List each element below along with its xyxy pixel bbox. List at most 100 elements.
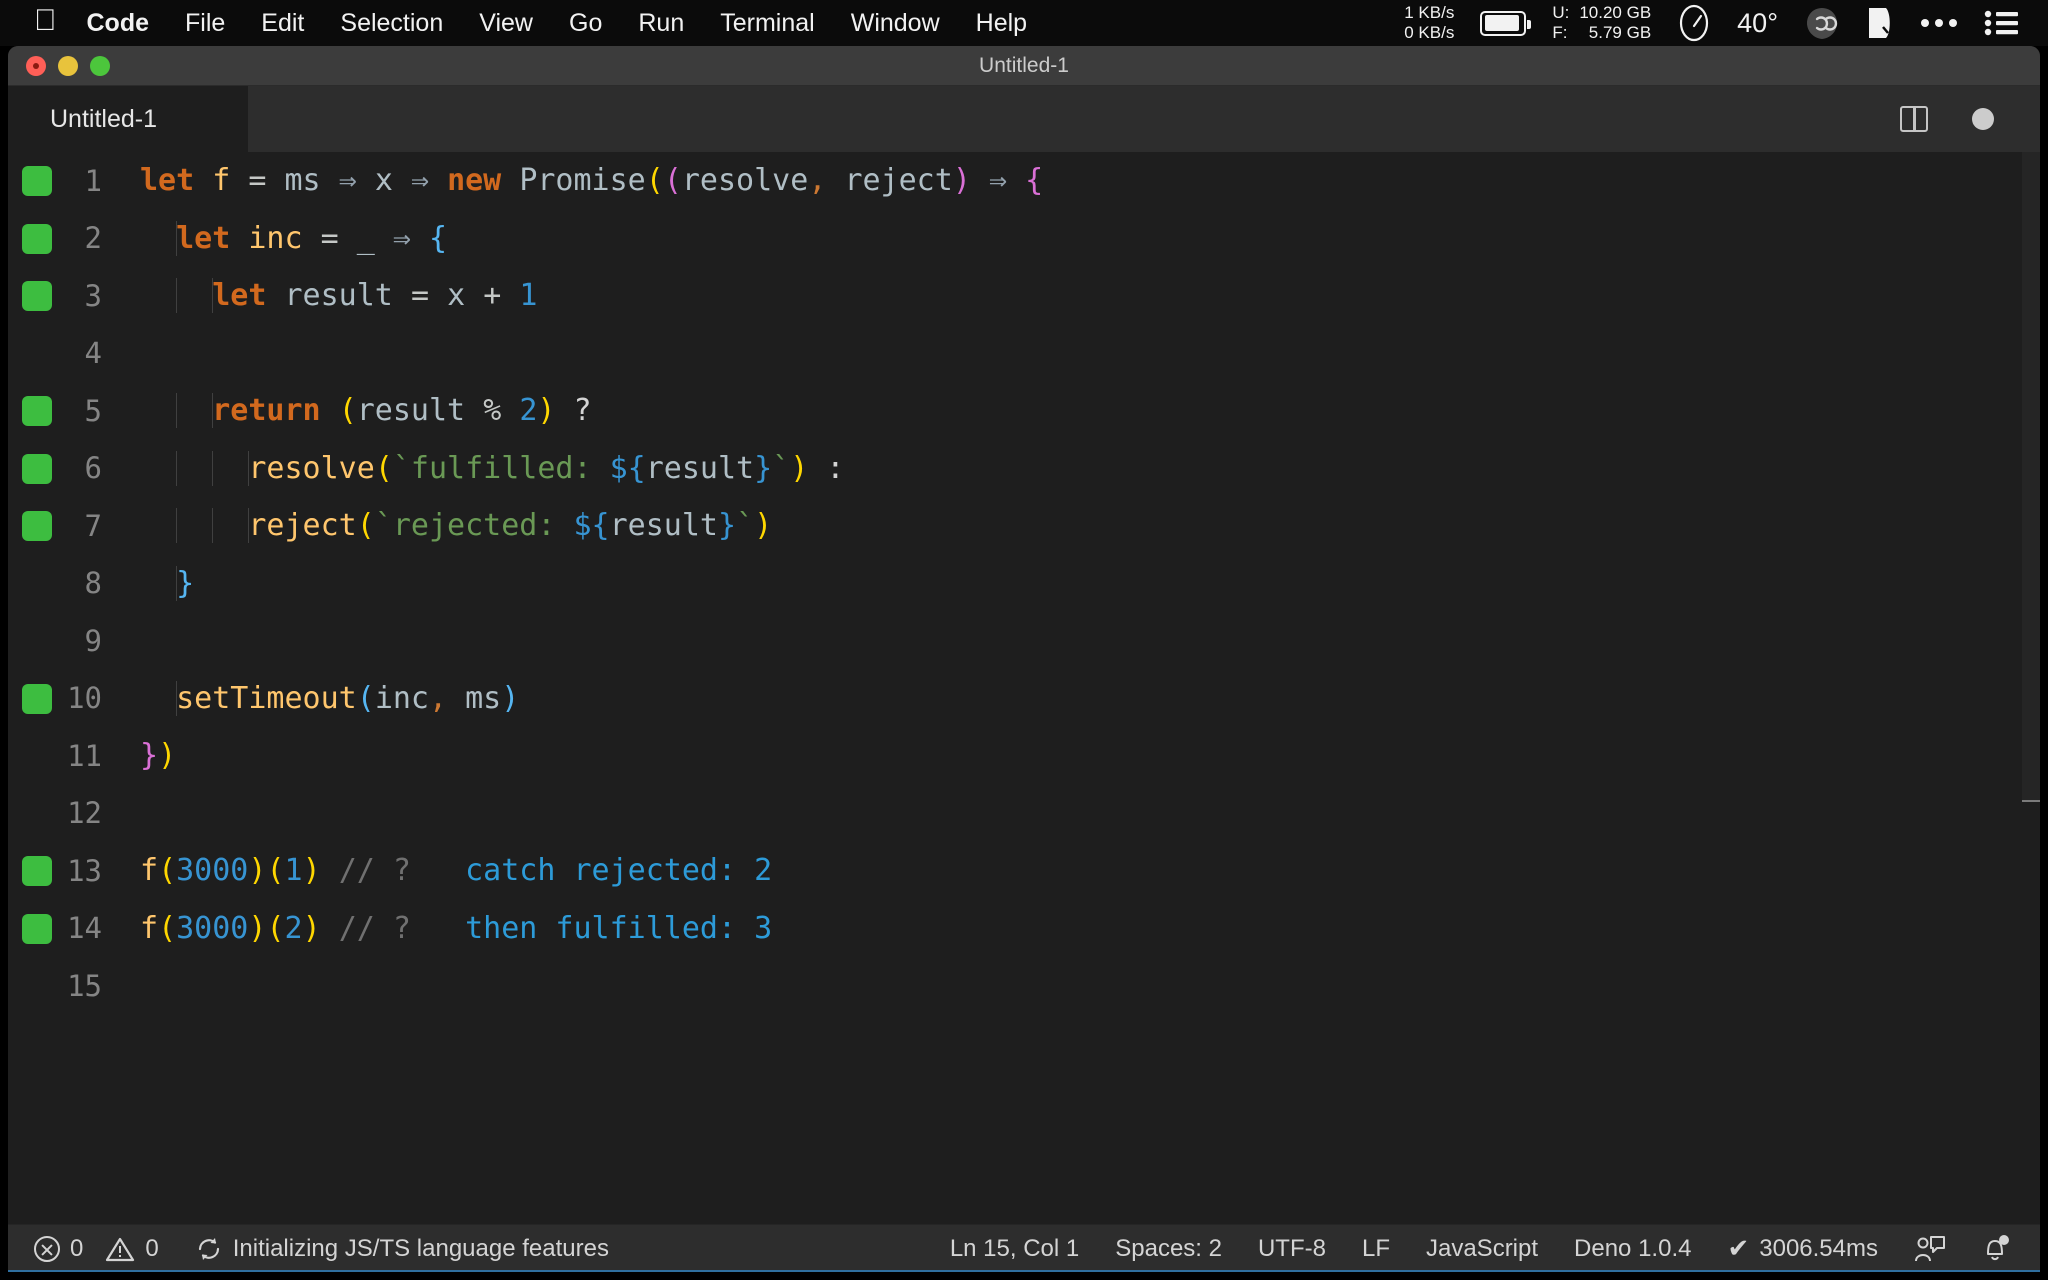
line-content[interactable]: reject(`rejected: ${result}`): [136, 508, 2040, 544]
line-number: 9: [84, 623, 102, 658]
line-number: 15: [67, 968, 102, 1003]
code-token: // ?: [338, 910, 411, 946]
editor-line[interactable]: 14 f(3000)(2) // ? then fulfilled: 3: [8, 900, 2040, 958]
battery-icon[interactable]: [1480, 10, 1532, 36]
menu-item-edit[interactable]: Edit: [261, 9, 304, 38]
line-content[interactable]: }: [136, 565, 2040, 601]
overview-ruler[interactable]: [2022, 152, 2040, 1224]
gauge-icon[interactable]: [1677, 4, 1711, 42]
code-token: 1: [519, 278, 538, 314]
status-runtime[interactable]: Deno 1.0.4: [1556, 1225, 1709, 1273]
status-cursor-position[interactable]: Ln 15, Col 1: [932, 1225, 1097, 1273]
code-token: ⇒: [338, 163, 357, 199]
code-token: `: [772, 450, 791, 486]
menu-item-file[interactable]: File: [185, 9, 225, 38]
line-content[interactable]: }): [136, 738, 2040, 773]
editor-line[interactable]: 11}): [8, 727, 2040, 785]
line-content[interactable]: resolve(`fulfilled: ${result}`) :: [136, 450, 2040, 486]
indent-guide: [248, 508, 250, 544]
minimize-button[interactable]: [58, 55, 78, 76]
code-token: `: [736, 508, 755, 544]
temperature-indicator[interactable]: 40°: [1737, 8, 1778, 39]
status-feedback[interactable]: [1896, 1225, 1964, 1273]
code-token: result: [609, 508, 718, 544]
editor-line[interactable]: 1 let f = ms ⇒ x ⇒ new Promise((resolve, …: [8, 152, 2040, 210]
memory-used-value: 10.20 GB: [1579, 3, 1652, 22]
shield-icon[interactable]: [1866, 5, 1894, 41]
code-token: ?: [573, 393, 592, 429]
close-button[interactable]: [26, 55, 46, 76]
editor-line[interactable]: 9: [8, 612, 2040, 670]
code-token: ): [302, 853, 321, 889]
line-content[interactable]: setTimeout(inc, ms): [136, 680, 2040, 716]
vscode-window: Untitled-1 Untitled-1 1 let f = ms ⇒ x ⇒ …: [8, 46, 2040, 1272]
code-token: then fulfilled: 3: [465, 910, 773, 946]
status-encoding[interactable]: UTF-8: [1240, 1225, 1344, 1273]
ellipsis-icon[interactable]: [1920, 17, 1958, 29]
gauge-glyph: [1680, 4, 1709, 42]
status-bar: 0 0 Initializing JS/TS language features…: [8, 1224, 2040, 1272]
code-token: }: [176, 565, 195, 601]
editor-line[interactable]: 10 setTimeout(inc, ms): [8, 670, 2040, 728]
code-token: ): [158, 738, 177, 774]
status-run-duration[interactable]: ✔ 3006.54ms: [1709, 1225, 1896, 1273]
control-center-icon[interactable]: [1984, 9, 2018, 37]
status-language-mode[interactable]: JavaScript: [1408, 1225, 1556, 1273]
menu-item-terminal[interactable]: Terminal: [720, 9, 814, 38]
indent-guide: [176, 220, 178, 256]
menu-item-window[interactable]: Window: [851, 9, 940, 38]
run-duration-value: 3006.54ms: [1759, 1234, 1878, 1262]
editor-line[interactable]: 2 let inc = _ ⇒ {: [8, 210, 2040, 268]
status-problems[interactable]: 0 0: [8, 1225, 177, 1273]
coverage-marker: [22, 683, 52, 714]
menu-item-code[interactable]: Code: [87, 9, 150, 38]
code-editor[interactable]: 1 let f = ms ⇒ x ⇒ new Promise((resolve, …: [8, 152, 2040, 1224]
code-token: 1: [284, 853, 303, 889]
status-indentation[interactable]: Spaces: 2: [1097, 1225, 1240, 1273]
line-content[interactable]: let result = x + 1: [136, 278, 2040, 314]
line-content[interactable]: let inc = _ ⇒ {: [136, 220, 2040, 256]
code-token: (: [374, 450, 393, 486]
line-content[interactable]: let f = ms ⇒ x ⇒ new Promise((resolve, r…: [136, 163, 2040, 198]
editor-line[interactable]: 12: [8, 785, 2040, 843]
status-notifications[interactable]: [1964, 1225, 2040, 1273]
line-content[interactable]: f(3000)(2) // ? then fulfilled: 3: [136, 911, 2040, 946]
menu-item-go[interactable]: Go: [569, 9, 602, 38]
overview-ruler-slider[interactable]: [2022, 152, 2040, 802]
cloud-sync-icon[interactable]: [1804, 5, 1840, 41]
maximize-button[interactable]: [90, 55, 110, 76]
network-speed-indicator[interactable]: 1 KB/s 0 KB/s: [1404, 3, 1454, 43]
status-eol[interactable]: LF: [1344, 1225, 1408, 1273]
tab-untitled-1[interactable]: Untitled-1: [8, 86, 248, 152]
editor-line[interactable]: 7 reject(`rejected: ${result}`): [8, 497, 2040, 555]
editor-line[interactable]: 15: [8, 957, 2040, 1015]
editor-line[interactable]: 4: [8, 325, 2040, 383]
code-token: (: [266, 910, 285, 946]
menu-item-selection[interactable]: Selection: [340, 9, 443, 38]
menu-item-help[interactable]: Help: [976, 9, 1027, 38]
apple-logo-icon[interactable]: : [34, 6, 57, 36]
menu-item-run[interactable]: Run: [638, 9, 684, 38]
line-content[interactable]: return (result % 2) ?: [136, 393, 2040, 429]
status-task[interactable]: Initializing JS/TS language features: [177, 1225, 627, 1273]
editor-line[interactable]: 8 }: [8, 555, 2040, 613]
editor-line[interactable]: 13 f(3000)(1) // ? catch rejected: 2: [8, 842, 2040, 900]
line-content[interactable]: f(3000)(1) // ? catch rejected: 2: [136, 853, 2040, 888]
unsaved-indicator-icon[interactable]: [1972, 108, 1994, 130]
code-token: ,: [808, 163, 827, 199]
editor-line[interactable]: 6 resolve(`fulfilled: ${result}`) :: [8, 440, 2040, 498]
editor-line[interactable]: 3 let result = x + 1: [8, 267, 2040, 325]
menu-item-view[interactable]: View: [479, 9, 533, 38]
editor-actions: [1900, 86, 2040, 152]
line-number: 12: [67, 796, 102, 831]
split-editor-icon[interactable]: [1900, 106, 1928, 132]
code-token: ): [754, 508, 773, 544]
editor-line[interactable]: 5 return (result % 2) ?: [8, 382, 2040, 440]
memory-indicator[interactable]: U: 10.20 GB F: 5.79 GB: [1552, 3, 1651, 43]
code-token: (: [266, 853, 285, 889]
